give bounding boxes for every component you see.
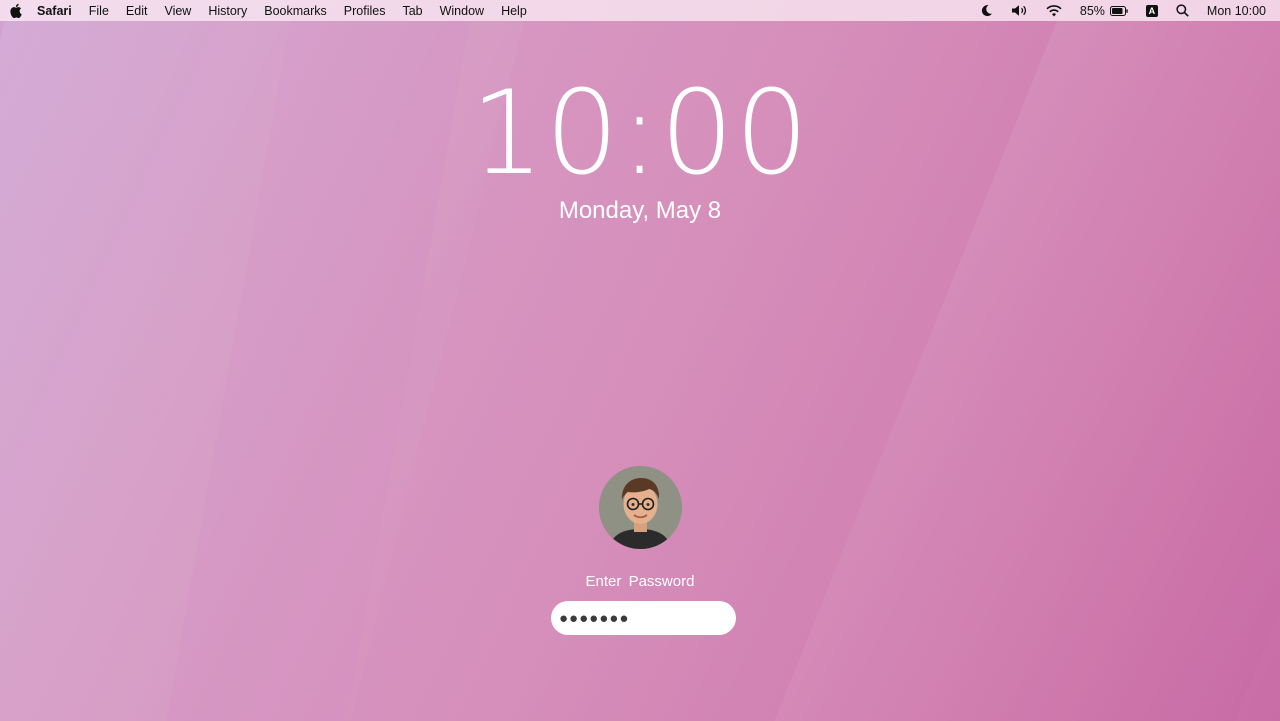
menu-view[interactable]: View: [164, 4, 191, 18]
menu-bar-status: 85% A Mon 10:00: [963, 0, 1280, 21]
menu-history[interactable]: History: [208, 4, 247, 18]
lock-screen-date: Monday, May 8: [558, 197, 722, 224]
menu-bar-clock[interactable]: Mon 10:00: [1207, 4, 1266, 18]
search-icon[interactable]: [1176, 4, 1189, 17]
avatar[interactable]: [599, 466, 682, 549]
volume-icon[interactable]: [1011, 4, 1028, 17]
apple-icon[interactable]: [8, 3, 22, 18]
menu-bar: Safari File Edit View History Bookmarks …: [0, 0, 1280, 21]
menu-window[interactable]: Window: [440, 4, 484, 18]
enter-password-label: Enter Password: [585, 573, 695, 590]
menu-bookmarks[interactable]: Bookmarks: [264, 4, 327, 18]
input-source-icon[interactable]: A: [1145, 4, 1158, 17]
password-field[interactable]: ●●●●●●●: [551, 601, 736, 635]
avatar-image: [599, 466, 682, 549]
menu-tab[interactable]: Tab: [402, 4, 422, 18]
menu-app-safari[interactable]: Safari: [37, 4, 72, 18]
input-source-badge: A: [1145, 4, 1158, 17]
battery-status[interactable]: 85%: [1080, 4, 1128, 18]
menu-file[interactable]: File: [89, 4, 109, 18]
lock-screen-time: 10:00: [470, 66, 810, 201]
menu-bar-left: Safari File Edit View History Bookmarks …: [0, 0, 544, 21]
battery-percent: 85%: [1079, 3, 1105, 18]
menu-help[interactable]: Help: [501, 4, 527, 18]
moon-icon[interactable]: [981, 4, 993, 17]
menu-edit[interactable]: Edit: [126, 4, 148, 18]
wifi-icon[interactable]: [1046, 4, 1062, 17]
battery-icon: [1109, 5, 1128, 16]
password-dots: ●●●●●●●: [559, 609, 630, 627]
menu-profiles[interactable]: Profiles: [344, 4, 386, 18]
